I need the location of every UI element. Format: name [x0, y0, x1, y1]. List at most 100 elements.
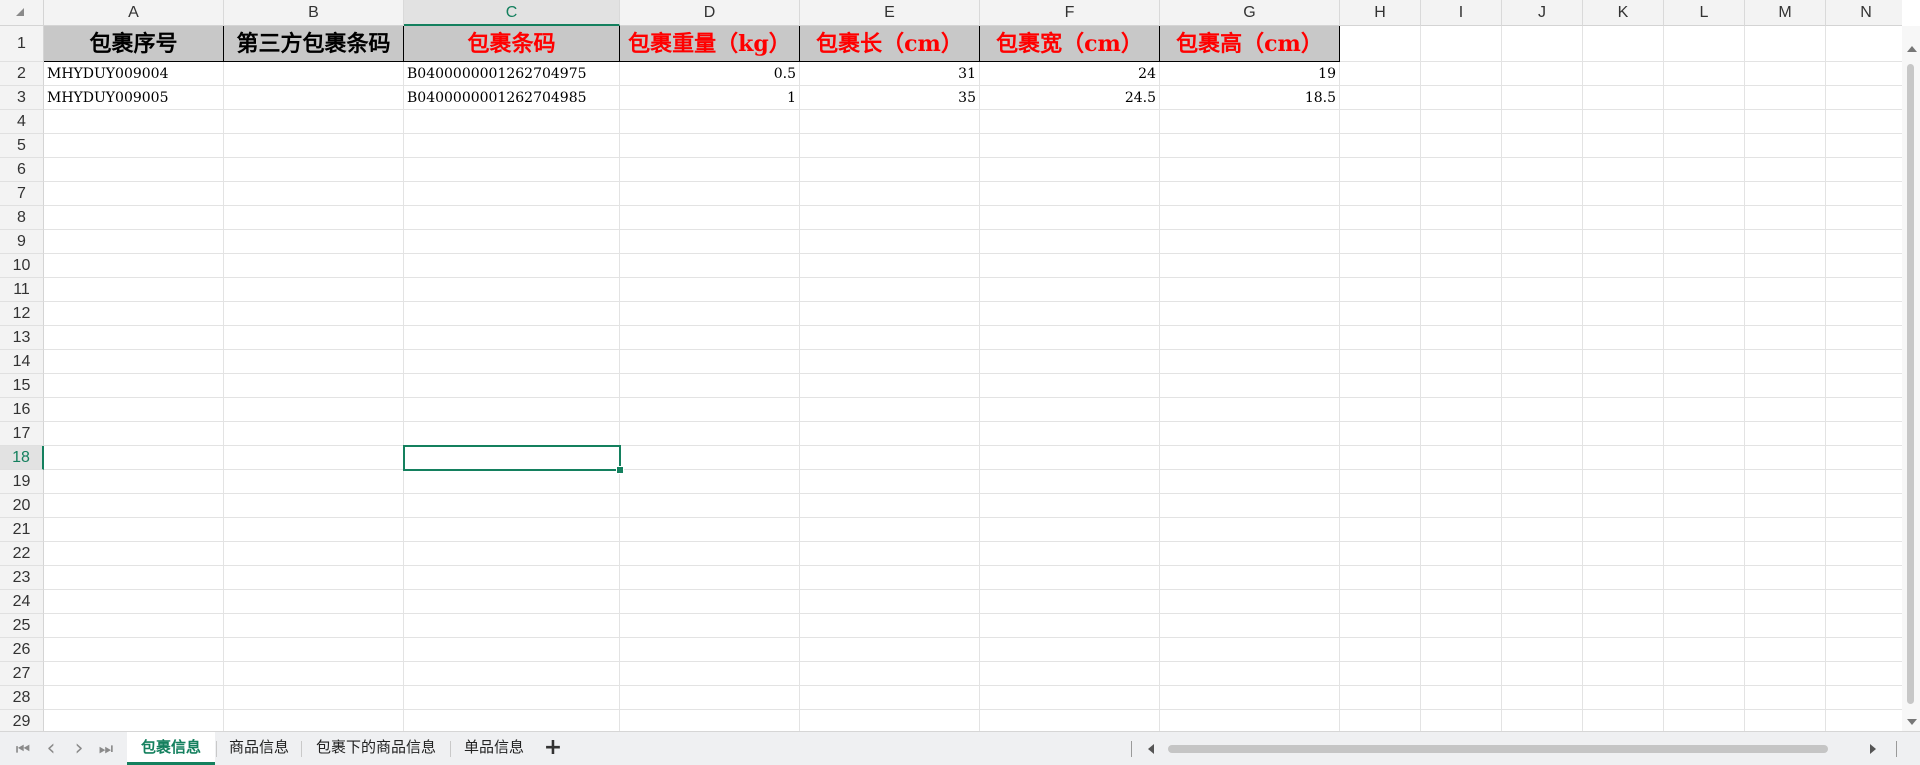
scroll-right-icon[interactable] [1870, 744, 1876, 754]
empty-cell[interactable] [224, 566, 404, 590]
empty-cell[interactable] [1826, 446, 1902, 470]
empty-cell[interactable] [980, 566, 1160, 590]
empty-cell[interactable] [1340, 566, 1421, 590]
empty-cell[interactable] [1421, 302, 1502, 326]
empty-cell[interactable] [620, 110, 800, 134]
empty-cell[interactable] [1664, 542, 1745, 566]
empty-cell[interactable] [44, 614, 224, 638]
empty-cell[interactable] [980, 614, 1160, 638]
empty-cell[interactable] [404, 590, 620, 614]
empty-cell[interactable] [1826, 326, 1902, 350]
row-header-3[interactable]: 3 [0, 86, 44, 110]
empty-cell[interactable] [1745, 134, 1826, 158]
row-header-22[interactable]: 22 [0, 542, 44, 566]
empty-cell[interactable] [980, 662, 1160, 686]
empty-cell[interactable] [620, 590, 800, 614]
empty-cell[interactable] [1421, 182, 1502, 206]
empty-cell[interactable] [1664, 710, 1745, 731]
empty-cell[interactable] [1745, 374, 1826, 398]
empty-cell[interactable] [1745, 686, 1826, 710]
empty-cell[interactable] [1583, 446, 1664, 470]
empty-cell[interactable] [1826, 230, 1902, 254]
empty-cell[interactable] [44, 542, 224, 566]
row-header-29[interactable]: 29 [0, 710, 44, 731]
empty-cell[interactable] [1826, 638, 1902, 662]
row-header-20[interactable]: 20 [0, 494, 44, 518]
row-header-6[interactable]: 6 [0, 158, 44, 182]
column-header-j[interactable]: J [1502, 0, 1583, 26]
empty-cell[interactable] [800, 614, 980, 638]
row-header-24[interactable]: 24 [0, 590, 44, 614]
empty-cell[interactable] [1421, 62, 1502, 86]
empty-cell[interactable] [620, 302, 800, 326]
empty-cell[interactable] [404, 350, 620, 374]
empty-cell[interactable] [1160, 326, 1340, 350]
scroll-up-icon[interactable] [1907, 46, 1917, 52]
empty-cell[interactable] [1502, 182, 1583, 206]
column-header-n[interactable]: N [1826, 0, 1902, 26]
empty-cell[interactable] [800, 374, 980, 398]
empty-cell[interactable] [1583, 662, 1664, 686]
empty-cell[interactable] [980, 374, 1160, 398]
empty-cell[interactable] [44, 638, 224, 662]
empty-cell[interactable] [1160, 110, 1340, 134]
empty-cell[interactable] [1583, 134, 1664, 158]
data-cell-e3[interactable]: 35 [800, 86, 980, 110]
empty-cell[interactable] [1745, 26, 1826, 62]
empty-cell[interactable] [224, 638, 404, 662]
empty-cell[interactable] [1826, 422, 1902, 446]
empty-cell[interactable] [224, 158, 404, 182]
empty-cell[interactable] [224, 110, 404, 134]
empty-cell[interactable] [404, 614, 620, 638]
empty-cell[interactable] [1664, 134, 1745, 158]
empty-cell[interactable] [404, 662, 620, 686]
empty-cell[interactable] [800, 710, 980, 731]
empty-cell[interactable] [1745, 422, 1826, 446]
data-cell-b2[interactable] [224, 62, 404, 86]
empty-cell[interactable] [1502, 710, 1583, 731]
data-cell-g2[interactable]: 19 [1160, 62, 1340, 86]
empty-cell[interactable] [1745, 62, 1826, 86]
empty-cell[interactable] [1583, 422, 1664, 446]
empty-cell[interactable] [1826, 206, 1902, 230]
empty-cell[interactable] [1421, 686, 1502, 710]
empty-cell[interactable] [224, 350, 404, 374]
empty-cell[interactable] [44, 518, 224, 542]
sheet-grid[interactable]: ABCDEFGHIJKLMN 1 2 3 4 5 6 7 8 9 10 11 12 13 14 15 16 17… [0, 0, 1902, 731]
empty-cell[interactable] [620, 614, 800, 638]
empty-cell[interactable] [44, 686, 224, 710]
empty-cell[interactable] [1160, 206, 1340, 230]
empty-cell[interactable] [1583, 470, 1664, 494]
column-header-k[interactable]: K [1583, 0, 1664, 26]
empty-cell[interactable] [1826, 158, 1902, 182]
empty-cell[interactable] [800, 518, 980, 542]
empty-cell[interactable] [1583, 302, 1664, 326]
empty-cell[interactable] [1160, 398, 1340, 422]
empty-cell[interactable] [980, 590, 1160, 614]
empty-cell[interactable] [1745, 470, 1826, 494]
empty-cell[interactable] [1502, 470, 1583, 494]
empty-cell[interactable] [1502, 254, 1583, 278]
empty-cell[interactable] [1340, 254, 1421, 278]
empty-cell[interactable] [224, 134, 404, 158]
empty-cell[interactable] [1502, 446, 1583, 470]
empty-cell[interactable] [1421, 614, 1502, 638]
empty-cell[interactable] [404, 470, 620, 494]
empty-cell[interactable] [1502, 662, 1583, 686]
empty-cell[interactable] [1160, 590, 1340, 614]
empty-cell[interactable] [224, 614, 404, 638]
empty-cell[interactable] [620, 422, 800, 446]
empty-cell[interactable] [1826, 302, 1902, 326]
empty-cell[interactable] [1664, 350, 1745, 374]
header-cell-f[interactable]: 包裹宽（cm） [980, 26, 1160, 62]
empty-cell[interactable] [1340, 302, 1421, 326]
empty-cell[interactable] [1664, 494, 1745, 518]
empty-cell[interactable] [1826, 86, 1902, 110]
column-header-g[interactable]: G [1160, 0, 1340, 26]
empty-cell[interactable] [980, 470, 1160, 494]
empty-cell[interactable] [1502, 518, 1583, 542]
empty-cell[interactable] [224, 278, 404, 302]
empty-cell[interactable] [404, 542, 620, 566]
empty-cell[interactable] [1421, 590, 1502, 614]
empty-cell[interactable] [1160, 230, 1340, 254]
